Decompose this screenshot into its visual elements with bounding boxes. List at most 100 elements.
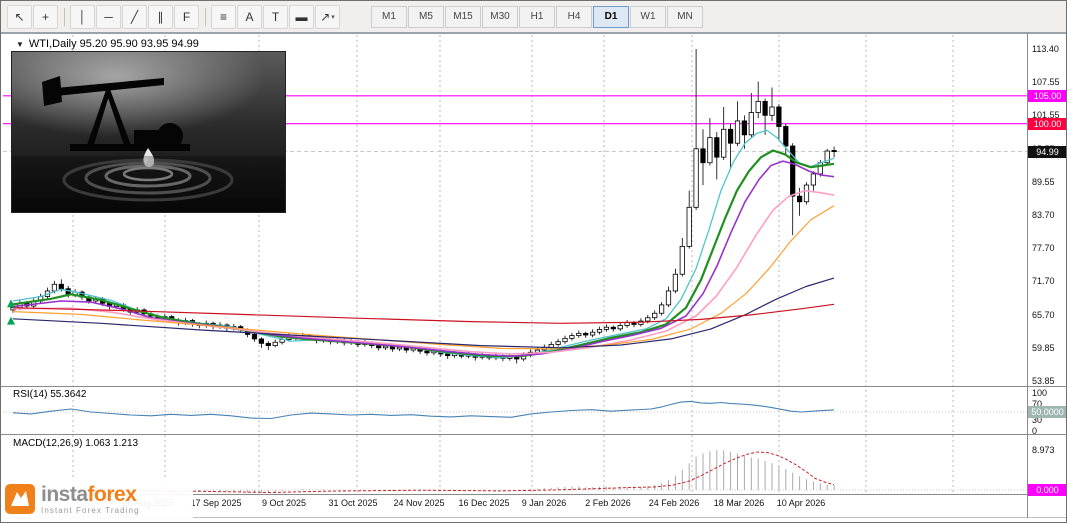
candle-body (673, 274, 677, 291)
crosshair-button[interactable]: + (33, 5, 58, 29)
timeframe-m5-button[interactable]: M5 (408, 6, 444, 28)
candle-body (715, 138, 719, 158)
arrows-button[interactable]: ↗▾ (315, 5, 340, 29)
candle-body (584, 333, 588, 335)
candle-body (722, 129, 726, 157)
instaforex-wordmark: instaforex (41, 484, 140, 505)
candle-body (383, 346, 387, 348)
time-axis-label: 2 Feb 2026 (573, 498, 643, 508)
price-axis-tick: 107.55 (1032, 77, 1060, 87)
candle-body (756, 101, 760, 112)
toolbar-separator (64, 8, 65, 26)
price-level-badge: 100.00 (1028, 118, 1067, 130)
candle-body (556, 342, 560, 345)
candle-body (811, 174, 815, 185)
text-icon: A (245, 10, 253, 24)
text-label-button[interactable]: T (263, 5, 288, 29)
candle-body (687, 207, 691, 246)
candle-body (618, 326, 622, 329)
candle-body (694, 149, 698, 208)
fibonacci-icon: F (183, 10, 190, 24)
toolbar: ↖ + │ ─ ╱ ∥ F ≡ A T ▬↗▾ M1M5M15M30H1H4D1W1MN (1, 1, 1066, 33)
equidistant-channel-button[interactable]: ∥ (148, 5, 173, 29)
candle-body (563, 338, 567, 341)
candle-body (377, 346, 381, 348)
drawing-tools-group: ↖ + │ ─ ╱ ∥ F ≡ A T ▬↗▾ (7, 5, 341, 29)
price-axis-tick: 71.70 (1032, 276, 1055, 286)
timeframe-m15-button[interactable]: M15 (445, 6, 481, 28)
candle-body (653, 313, 657, 317)
macd-zero-badge: 0.000 (1028, 484, 1067, 496)
candle-body (590, 332, 594, 335)
symbol-dropdown-icon[interactable]: ▼ (16, 40, 24, 49)
timeframe-group: M1M5M15M30H1H4D1W1MN (371, 6, 703, 28)
candle-body (763, 101, 767, 115)
text-label-icon: T (272, 10, 279, 24)
text-button[interactable]: A (237, 5, 262, 29)
timeframe-w1-button[interactable]: W1 (630, 6, 666, 28)
candle-body (632, 323, 636, 325)
timeframe-h4-button[interactable]: H4 (556, 6, 592, 28)
rectangle-button[interactable]: ▬ (289, 5, 314, 29)
candle-body (708, 138, 712, 163)
candle-body (604, 327, 608, 329)
candle-body (549, 344, 553, 347)
rsi-indicator-label: RSI(14) 55.3642 (11, 389, 88, 400)
candle-body (266, 343, 270, 345)
cursor-icon: ↖ (14, 10, 24, 24)
time-axis-label: 9 Oct 2025 (249, 498, 319, 508)
macd-axis-tick: 8.973 (1032, 445, 1055, 455)
time-axis-label: 31 Oct 2025 (318, 498, 388, 508)
timeframe-h1-button[interactable]: H1 (519, 6, 555, 28)
instaforex-tagline: Instant Forex Trading (41, 506, 140, 515)
rsi-axis-tick: 100 (1032, 388, 1047, 398)
candle-body (425, 351, 429, 353)
candle-body (797, 196, 801, 202)
fibonacci-button[interactable]: F (174, 5, 199, 29)
rsi-line (13, 401, 834, 418)
price-axis-tick: 83.70 (1032, 210, 1055, 220)
toolbar-separator (205, 8, 206, 26)
time-axis-label: 24 Nov 2025 (384, 498, 454, 508)
price-axis-tick: 65.70 (1032, 310, 1055, 320)
candle-body (570, 336, 574, 339)
candle-body (273, 342, 277, 345)
grid-icon: ≡ (220, 10, 227, 24)
vertical-line-button[interactable]: │ (70, 5, 95, 29)
timeframe-m1-button[interactable]: M1 (371, 6, 407, 28)
time-axis-label: 10 Apr 2026 (766, 498, 836, 508)
price-axis-tick: 77.70 (1032, 243, 1055, 253)
grid-button[interactable]: ≡ (211, 5, 236, 29)
candle-body (784, 126, 788, 146)
oil-pump-photo (11, 51, 286, 213)
symbol-ohlc-text: WTI,Daily 95.20 95.90 93.95 94.99 (29, 38, 199, 50)
candle-body (735, 121, 739, 143)
time-axis-label: 9 Jan 2026 (509, 498, 579, 508)
timeframe-m30-button[interactable]: M30 (482, 6, 518, 28)
rsi-level-badge: 50.0000 (1028, 406, 1067, 418)
buy-arrow-object (7, 317, 15, 325)
horizontal-line-icon: ─ (104, 10, 113, 24)
candle-body (252, 334, 256, 338)
candle-body (728, 129, 732, 143)
candle-body (446, 354, 450, 356)
instaforex-logo-icon (5, 484, 35, 514)
cursor-button[interactable]: ↖ (7, 5, 32, 29)
instaforex-watermark: instaforex Instant Forex Trading (1, 478, 193, 520)
vertical-line-icon: │ (79, 10, 87, 24)
timeframe-d1-button[interactable]: D1 (593, 6, 629, 28)
arrows-icon: ↗ (320, 10, 330, 24)
trendline-button[interactable]: ╱ (122, 5, 147, 29)
rsi-axis-tick: 0 (1032, 426, 1037, 436)
macd-indicator-label: MACD(12,26,9) 1.063 1.213 (11, 438, 140, 449)
equidistant-channel-icon: ∥ (158, 10, 164, 24)
candle-body (59, 284, 63, 288)
candle-body (397, 347, 401, 349)
horizontal-line-button[interactable]: ─ (96, 5, 121, 29)
time-axis-label: 18 Mar 2026 (704, 498, 774, 508)
candle-body (749, 113, 753, 135)
price-axis-tick: 59.85 (1032, 343, 1055, 353)
candle-body (611, 327, 615, 329)
symbol-ohlc-label[interactable]: ▼ WTI,Daily 95.20 95.90 93.95 94.99 (13, 38, 202, 50)
timeframe-mn-button[interactable]: MN (667, 6, 703, 28)
